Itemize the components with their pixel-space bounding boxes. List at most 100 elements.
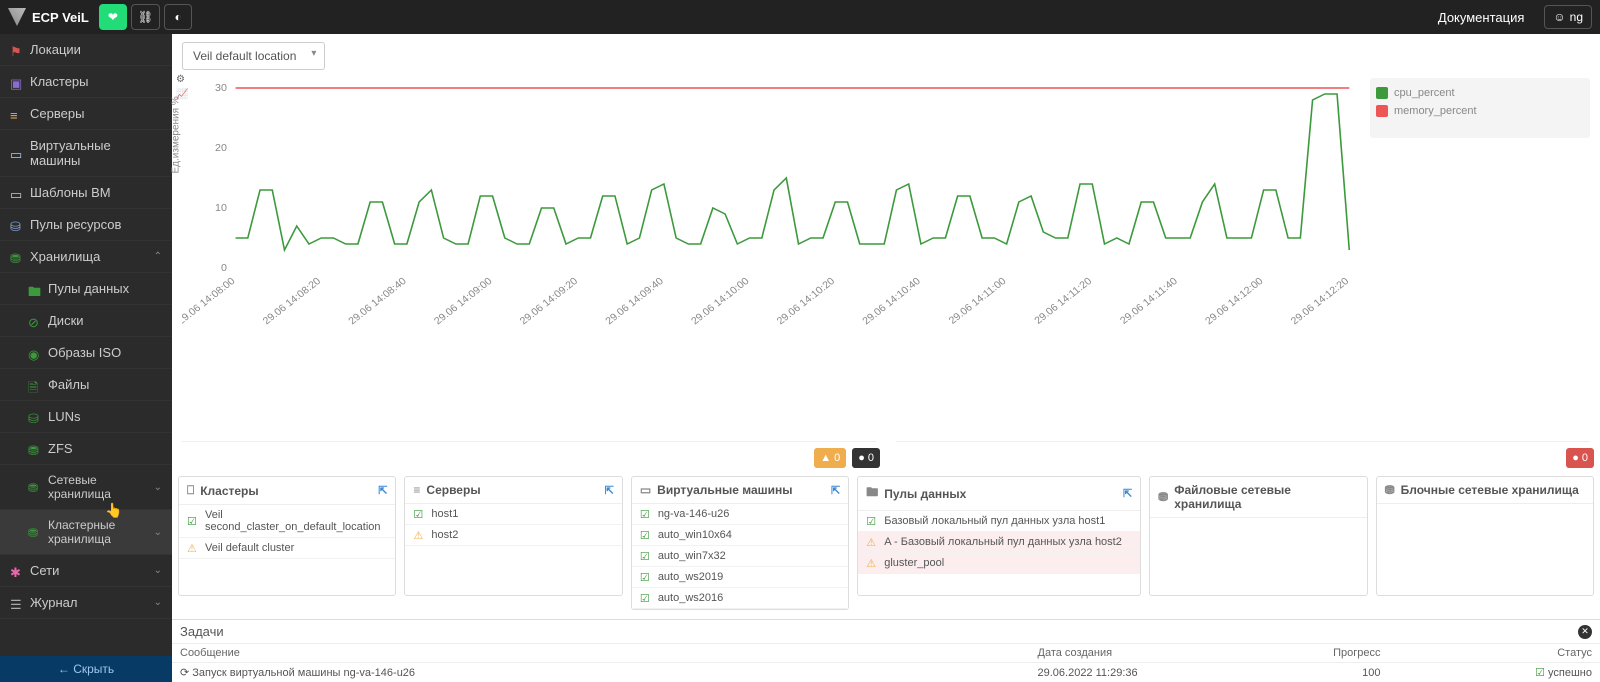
nav-networks[interactable]: ✱Сети⌄: [0, 555, 172, 587]
nav-label: Кластеры: [30, 74, 89, 89]
list-item[interactable]: ⚠gluster_pool: [858, 553, 1140, 574]
nav-zfs[interactable]: ⛃ZFS: [0, 433, 172, 465]
check-icon: ☑: [413, 508, 425, 520]
card-title: Кластеры: [200, 484, 258, 498]
popout-icon[interactable]: ⇱: [378, 484, 387, 497]
app-name: ECP VeiL: [32, 10, 89, 25]
check-icon: ☑: [640, 550, 652, 562]
nav-label: Локации: [30, 42, 81, 57]
card-servers: ≡Серверы⇱ ☑host1⚠host2: [404, 476, 622, 596]
nav-label: Шаблоны ВМ: [30, 185, 111, 200]
list-item[interactable]: ☑auto_win10x64: [632, 525, 848, 546]
badge-count: 0: [868, 452, 874, 464]
list-item[interactable]: ⚠host2: [405, 525, 621, 546]
list-item[interactable]: ☑auto_ws2016: [632, 588, 848, 609]
warn-badge[interactable]: ▲ 0: [814, 448, 846, 468]
item-label: auto_win7x32: [658, 550, 726, 562]
user-menu[interactable]: ☺ng: [1544, 5, 1592, 29]
empty-panel-right: [896, 342, 1590, 442]
popout-icon[interactable]: ⇱: [605, 484, 614, 497]
badge-count: 0: [1582, 452, 1588, 464]
card-title: Файловые сетевые хранилища: [1174, 483, 1358, 511]
svg-text:29.06 14:11:20: 29.06 14:11:20: [1033, 276, 1095, 327]
list-item[interactable]: ⚠A - Базовый локальный пул данных узла h…: [858, 532, 1140, 553]
nav-journal[interactable]: ☰Журнал⌄: [0, 587, 172, 619]
svg-text:29.06 14:11:00: 29.06 14:11:00: [947, 276, 1009, 327]
card-title: Блочные сетевые хранилища: [1401, 483, 1579, 497]
svg-text:29.06 14:08:20: 29.06 14:08:20: [261, 276, 323, 327]
location-dropdown[interactable]: Veil default location: [182, 42, 325, 70]
list-item[interactable]: ☑auto_ws2019: [632, 567, 848, 588]
folder-icon: 🖿: [866, 483, 878, 504]
list-item[interactable]: ☑ host1: [405, 504, 621, 525]
zfs-icon: ⛃: [28, 443, 40, 455]
status-badges-left: ▲ 0 ● 0: [172, 446, 886, 470]
legend-cpu[interactable]: cpu_percent: [1376, 84, 1584, 102]
globe-button[interactable]: ◐: [164, 4, 192, 30]
swatch-icon: [1376, 87, 1388, 99]
nav-label: Кластерные хранилища: [48, 518, 146, 546]
item-label: gluster_pool: [884, 557, 944, 569]
svg-text:29.06 14:10:40: 29.06 14:10:40: [861, 276, 923, 327]
nav-respools[interactable]: ⛁Пулы ресурсов: [0, 209, 172, 241]
file-icon: 🗎: [28, 379, 40, 391]
folder-icon: 🖿: [28, 283, 40, 295]
cluster-icon: ▣: [10, 76, 22, 88]
list-item[interactable]: ☑ auto_win7x32: [632, 546, 848, 567]
pool-icon: ⛁: [10, 219, 22, 231]
nav-locations[interactable]: ⚑ Локации: [0, 34, 172, 66]
task-status: успешно: [1548, 667, 1592, 679]
col-status: Статус: [1421, 647, 1593, 659]
svg-text:29.06 14:08:40: 29.06 14:08:40: [347, 276, 409, 327]
nav-clusters[interactable]: ▣ Кластеры: [0, 66, 172, 98]
task-row[interactable]: ⟳ Запуск виртуальной машины ng-va-146-u2…: [172, 663, 1600, 682]
nav-clusterstorage[interactable]: ⛃Кластерные хранилища⌄: [0, 510, 172, 555]
item-label: ng-va-146-u26: [658, 508, 730, 520]
nav-luns[interactable]: ⛁LUNs: [0, 401, 172, 433]
popout-icon[interactable]: ⇱: [831, 484, 840, 497]
svg-text:10: 10: [215, 203, 227, 214]
nav-disks[interactable]: ⊘Диски: [0, 305, 172, 337]
legend-mem[interactable]: memory_percent: [1376, 102, 1584, 120]
hide-sidebar-button[interactable]: ← Скрыть: [0, 656, 172, 682]
sitemap-button[interactable]: ⛓: [131, 4, 160, 30]
nav-netstorage[interactable]: ⛃Сетевые хранилища⌄: [0, 465, 172, 510]
tasks-header: Задачи✕: [172, 620, 1600, 644]
template-icon: ▭: [10, 187, 22, 199]
nav-datapools[interactable]: 🖿Пулы данных: [0, 273, 172, 305]
info-badge[interactable]: ● 0: [852, 448, 880, 468]
nav-iso[interactable]: ◉Образы ISO: [0, 337, 172, 369]
list-item[interactable]: ⚠Veil default cluster: [179, 538, 395, 559]
network-icon: ✱: [10, 565, 22, 577]
nav-files[interactable]: 🗎Файлы: [0, 369, 172, 401]
error-badge[interactable]: ● 0: [1566, 448, 1594, 468]
popout-icon[interactable]: ⇱: [1123, 487, 1132, 500]
list-item[interactable]: ☑Veil second_claster_on_default_location: [179, 505, 395, 538]
nav-label: LUNs: [48, 409, 81, 424]
item-label: auto_ws2016: [658, 592, 723, 604]
nav-storage[interactable]: ⛃Хранилища⌃: [0, 241, 172, 273]
list-item[interactable]: ☑ng-va-146-u26: [632, 504, 848, 525]
tasks-panel: Задачи✕ Сообщение Дата создания Прогресс…: [172, 619, 1600, 682]
item-label: host1: [431, 508, 458, 520]
col-msg: Сообщение: [180, 647, 1038, 659]
heart-button[interactable]: ❤: [99, 4, 127, 30]
usage-chart[interactable]: Ед.измерения % 010203029.06 14:08:0029.0…: [182, 78, 1360, 338]
netstore-icon: ⛃: [1158, 490, 1168, 504]
check-icon: ☑: [640, 571, 652, 583]
warn-icon: ⚠: [866, 536, 878, 548]
flag-icon: ⚑: [10, 44, 22, 56]
y-axis-label: Ед.измерения %: [171, 96, 182, 173]
item-label: Veil second_claster_on_default_location: [205, 509, 387, 533]
disk-icon: ⊘: [28, 315, 40, 327]
col-prog: Прогресс: [1209, 647, 1421, 659]
svg-text:29.06 14:09:20: 29.06 14:09:20: [518, 276, 580, 327]
hide-label: Скрыть: [73, 662, 114, 676]
list-item[interactable]: ☑Базовый локальный пул данных узла host1: [858, 511, 1140, 532]
close-icon[interactable]: ✕: [1578, 625, 1592, 639]
nav-vms[interactable]: ▭Виртуальные машины: [0, 130, 172, 177]
nav-label: Журнал: [30, 595, 77, 610]
nav-servers[interactable]: ≡Серверы: [0, 98, 172, 130]
nav-templates[interactable]: ▭ Шаблоны ВМ: [0, 177, 172, 209]
documentation-link[interactable]: Документация: [1438, 10, 1525, 25]
